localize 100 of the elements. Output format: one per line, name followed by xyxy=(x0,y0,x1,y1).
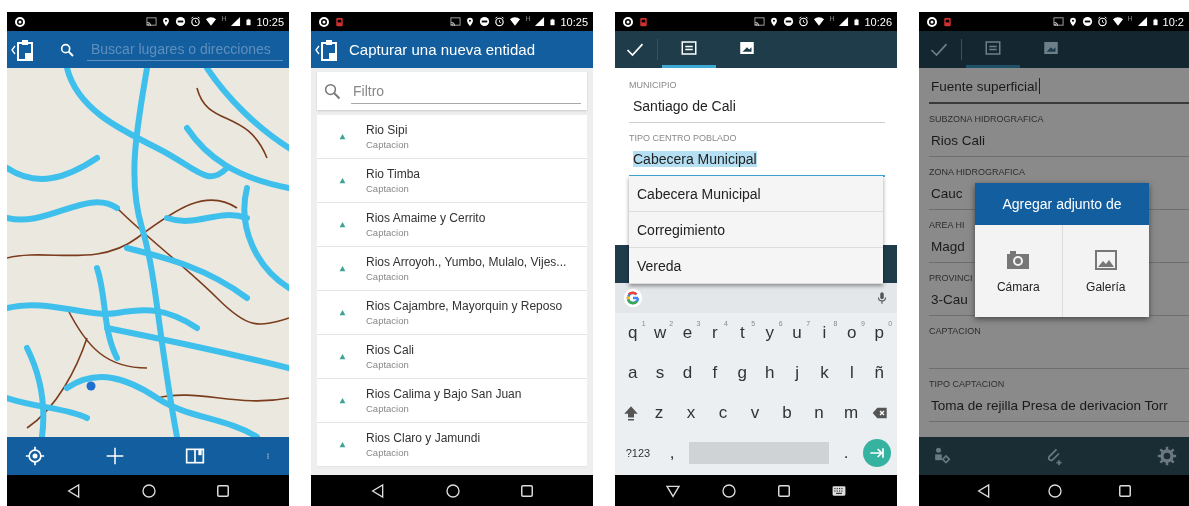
keyboard-key[interactable]: s xyxy=(647,355,674,391)
triangle-icon xyxy=(339,265,346,272)
feature-template-item[interactable]: Rios Amaime y Cerrito Captacion xyxy=(317,203,587,247)
aperture-icon xyxy=(926,15,938,28)
cast-icon xyxy=(450,16,462,27)
keyboard-key[interactable]: e $^{3}$ xyxy=(674,315,701,351)
location-pin-icon xyxy=(769,15,780,28)
filter-field[interactable]: Filtro xyxy=(317,72,587,110)
keyboard-key[interactable]: g xyxy=(729,355,756,391)
signal-icon xyxy=(838,16,850,27)
text-field[interactable]: Toma de rejilla Presa de derivacion Torr xyxy=(929,389,1189,422)
feature-template-item[interactable]: Rios Claro y Jamundi Captacion xyxy=(317,423,587,467)
camera-option[interactable]: Cámara xyxy=(975,225,1062,317)
aperture-icon xyxy=(318,15,330,28)
item-type: Captacion xyxy=(366,447,410,458)
item-type: Captacion xyxy=(366,359,410,370)
keyboard-key[interactable]: j xyxy=(784,355,811,391)
keyboard-key[interactable]: k xyxy=(811,355,838,391)
feature-template-item[interactable]: Rio Timba Captacion xyxy=(317,159,587,203)
form-icon xyxy=(984,39,1002,57)
period-key[interactable]: . xyxy=(833,435,859,471)
recents-icon[interactable] xyxy=(777,483,791,498)
feature-template-item[interactable]: Rios Arroyoh., Yumbo, Mulalo, Vijes... Captacion xyxy=(317,247,587,291)
google-logo-icon[interactable] xyxy=(623,288,643,308)
clock-time: 10:26 xyxy=(864,15,892,28)
item-name: Rios Claro y Jamundi xyxy=(366,431,481,445)
location-pin-icon xyxy=(1067,15,1078,28)
keyboard-key[interactable]: w $^{2}$ xyxy=(647,315,674,351)
shift-icon[interactable] xyxy=(622,404,640,422)
triangle-icon xyxy=(339,221,346,228)
feature-template-item[interactable]: Rios Cali Captacion xyxy=(317,335,587,379)
keyboard-key[interactable]: r $^{4}$ xyxy=(701,315,728,351)
keyboard-icon[interactable] xyxy=(831,483,847,498)
home-icon[interactable] xyxy=(141,482,157,499)
field-label: SUBZONA HIDROGRAFICA xyxy=(929,114,1044,124)
feature-template-item[interactable]: Rios Cajambre, Mayorquin y Reposo Captacion xyxy=(317,291,587,335)
symbols-key[interactable]: ?123 xyxy=(621,435,655,471)
item-type: Captacion xyxy=(366,183,410,194)
alarm-icon xyxy=(1096,16,1108,27)
do-not-disturb-icon xyxy=(1081,16,1093,27)
feature-template-item[interactable]: Rios Calima y Bajo San Juan Captacion xyxy=(317,379,587,423)
recents-icon[interactable] xyxy=(519,483,534,498)
aperture-icon xyxy=(622,15,634,28)
keyboard-key[interactable]: a xyxy=(619,355,646,391)
keyboard-key[interactable]: u $^{7}$ xyxy=(784,315,811,351)
comma-key[interactable]: , xyxy=(659,435,685,471)
backspace-icon[interactable] xyxy=(870,405,890,421)
recents-icon[interactable] xyxy=(1117,483,1132,498)
home-icon[interactable] xyxy=(721,482,737,499)
keyboard-key[interactable]: m xyxy=(838,395,864,431)
keyboard-key[interactable]: n xyxy=(806,395,832,431)
dropdown-option[interactable]: Corregimiento xyxy=(629,212,883,248)
keyboard-key[interactable]: l xyxy=(838,355,865,391)
home-icon[interactable] xyxy=(1047,482,1063,499)
keyboard-key[interactable]: i $^{8}$ xyxy=(811,315,838,351)
keyboard-key[interactable]: h xyxy=(756,355,783,391)
field-label: TIPO CENTRO POBLADO xyxy=(629,133,737,143)
add-icon[interactable] xyxy=(105,446,125,466)
signal-icon xyxy=(230,16,242,27)
camera-icon xyxy=(1005,248,1032,272)
text-field[interactable]: Rios Cali xyxy=(929,124,1189,157)
gallery-option[interactable]: Galería xyxy=(1061,225,1149,317)
keyboard-key[interactable]: q $^{1}$ xyxy=(619,315,646,351)
dialog-title: Agregar adjunto de xyxy=(975,183,1149,225)
text-field[interactable]: Fuente superficial xyxy=(929,70,1189,104)
home-icon[interactable] xyxy=(445,482,461,499)
keyboard-key[interactable]: p $^{0}$ xyxy=(866,315,893,351)
keyboard-key[interactable]: v xyxy=(742,395,768,431)
signal-icon xyxy=(1136,16,1148,27)
locate-icon[interactable] xyxy=(25,446,45,466)
keyboard-key[interactable]: c xyxy=(710,395,736,431)
keyboard-key[interactable]: ñ xyxy=(866,355,893,391)
settings-icon[interactable] xyxy=(1157,446,1177,466)
keyboard-key[interactable]: t $^{5}$ xyxy=(729,315,756,351)
text-field[interactable]: Santiago de Cali xyxy=(629,90,885,123)
triangle-icon xyxy=(339,441,346,448)
dropdown-option[interactable]: Cabecera Municipal xyxy=(629,176,883,212)
do-not-disturb-icon xyxy=(479,16,491,27)
keyboard-key[interactable]: b xyxy=(774,395,800,431)
dropdown-option[interactable]: Vereda xyxy=(629,248,883,284)
alarm-icon xyxy=(798,16,810,27)
item-type: Captacion xyxy=(366,139,409,150)
keyboard-key[interactable]: z xyxy=(646,395,672,431)
field-label: ZONA HIDROGRAFICA xyxy=(929,167,1025,177)
picture-icon xyxy=(1092,248,1119,272)
keyboard-key[interactable]: x xyxy=(678,395,704,431)
keyboard-key[interactable]: y $^{6}$ xyxy=(756,315,783,351)
field-label: PROVINCI xyxy=(929,273,973,283)
map-book-icon[interactable] xyxy=(185,446,205,466)
keyboard-key[interactable]: d xyxy=(674,355,701,391)
screen-title: Capturar una nueva entidad xyxy=(349,41,535,58)
recents-icon[interactable] xyxy=(215,483,230,498)
item-name: Rios Calima y Bajo San Juan xyxy=(366,387,522,401)
field-label: TIPO CAPTACION xyxy=(929,379,1005,389)
microphone-icon[interactable] xyxy=(875,290,889,306)
keyboard-key[interactable]: f xyxy=(701,355,728,391)
feature-template-item[interactable]: Rio Sipi Captacion xyxy=(317,115,587,159)
item-type: Captacion xyxy=(366,227,410,238)
do-not-disturb-icon xyxy=(175,16,187,27)
keyboard-key[interactable]: o $^{9}$ xyxy=(838,315,865,351)
